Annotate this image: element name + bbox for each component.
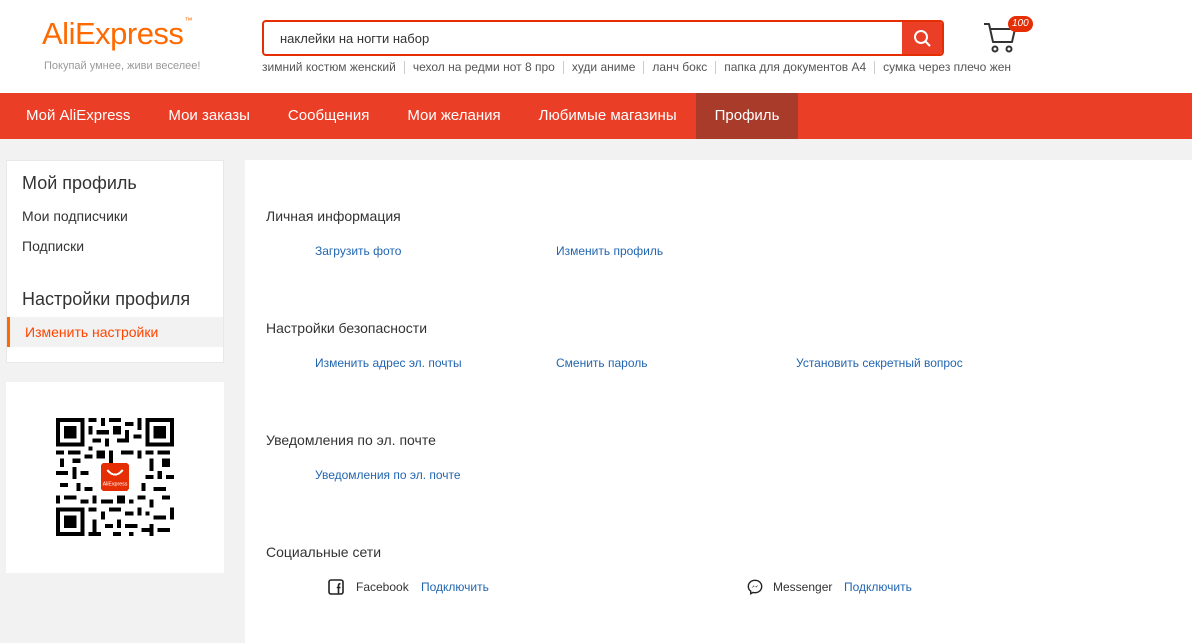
aliexpress-logo[interactable]: AliExpress™ [42, 16, 192, 52]
sidebar-item-followers[interactable]: Мои подписчики [22, 208, 128, 224]
sidebar-heading-profile[interactable]: Мой профиль [22, 173, 137, 194]
sidebar-item-change-settings[interactable]: Изменить настройки [7, 317, 223, 347]
search-bar [262, 20, 944, 56]
sidebar-heading-settings: Настройки профиля [22, 289, 191, 309]
profile-settings-panel: Личная информация Загрузить фото Изменит… [245, 160, 1192, 643]
facebook-label: Facebook [356, 580, 409, 594]
messenger-connect-link[interactable]: Подключить [844, 580, 912, 594]
cart-button[interactable]: 100 [982, 16, 1033, 56]
nav-my-aliexpress[interactable]: Мой AliExpress [7, 93, 149, 139]
edit-profile-link[interactable]: Изменить профиль [556, 244, 663, 258]
messenger-icon [747, 579, 763, 595]
nav-my-orders[interactable]: Мои заказы [149, 93, 269, 139]
sidebar-item-subscriptions[interactable]: Подписки [22, 238, 84, 254]
secret-question-link[interactable]: Установить секретный вопрос [796, 356, 963, 370]
search-button[interactable] [902, 22, 942, 54]
messenger-label: Messenger [773, 580, 833, 594]
section-title-email-notifications: Уведомления по эл. почте [266, 432, 436, 448]
hot-search-link[interactable]: зимний костюм женский [262, 61, 404, 74]
section-title-security: Настройки безопасности [266, 320, 428, 336]
logo-text: AliExpress [42, 16, 184, 51]
sidebar-item-label: Изменить настройки [25, 324, 159, 340]
search-icon [914, 30, 931, 47]
change-email-link[interactable]: Изменить адрес эл. почты [315, 356, 462, 370]
hot-search-link[interactable]: чехол на редми нот 8 про [403, 61, 563, 74]
qr-code: AliExpress [56, 418, 174, 536]
nav-profile[interactable]: Профиль [695, 93, 799, 139]
main-nav: Мой AliExpress Мои заказы Сообщения Мои … [0, 93, 1192, 139]
hot-search-link[interactable]: папка для документов А4 [715, 61, 874, 74]
nav-wishlist[interactable]: Мои желания [388, 93, 519, 139]
facebook-connect-link[interactable]: Подключить [421, 580, 489, 594]
nav-messages[interactable]: Сообщения [269, 93, 388, 139]
search-input[interactable] [264, 22, 904, 54]
email-notifications-link[interactable]: Уведомления по эл. почте [315, 468, 461, 482]
header: AliExpress™ Покупай умнее, живи веселее!… [0, 0, 1192, 93]
hot-search-link[interactable]: ланч бокс [643, 61, 715, 74]
hot-search-link[interactable]: сумка через плечо жен [874, 61, 1019, 74]
hot-search-link[interactable]: худи аниме [562, 61, 644, 74]
upload-photo-link[interactable]: Загрузить фото [315, 244, 401, 258]
facebook-icon [328, 579, 344, 595]
hot-searches: зимний костюм женский чехол на редми нот… [262, 61, 1019, 74]
qr-app-label: AliExpress [103, 482, 128, 488]
profile-sidebar: Мой профиль Мои подписчики Подписки Наст… [6, 160, 224, 363]
change-password-link[interactable]: Сменить пароль [556, 356, 648, 370]
cart-count-badge: 100 [1008, 16, 1033, 32]
section-title-personal: Личная информация [266, 208, 401, 224]
section-title-social: Социальные сети [266, 544, 382, 560]
nav-favorite-stores[interactable]: Любимые магазины [520, 93, 696, 139]
logo-tagline: Покупай умнее, живи веселее! [44, 60, 201, 72]
app-qr-panel: AliExpress [6, 382, 224, 573]
